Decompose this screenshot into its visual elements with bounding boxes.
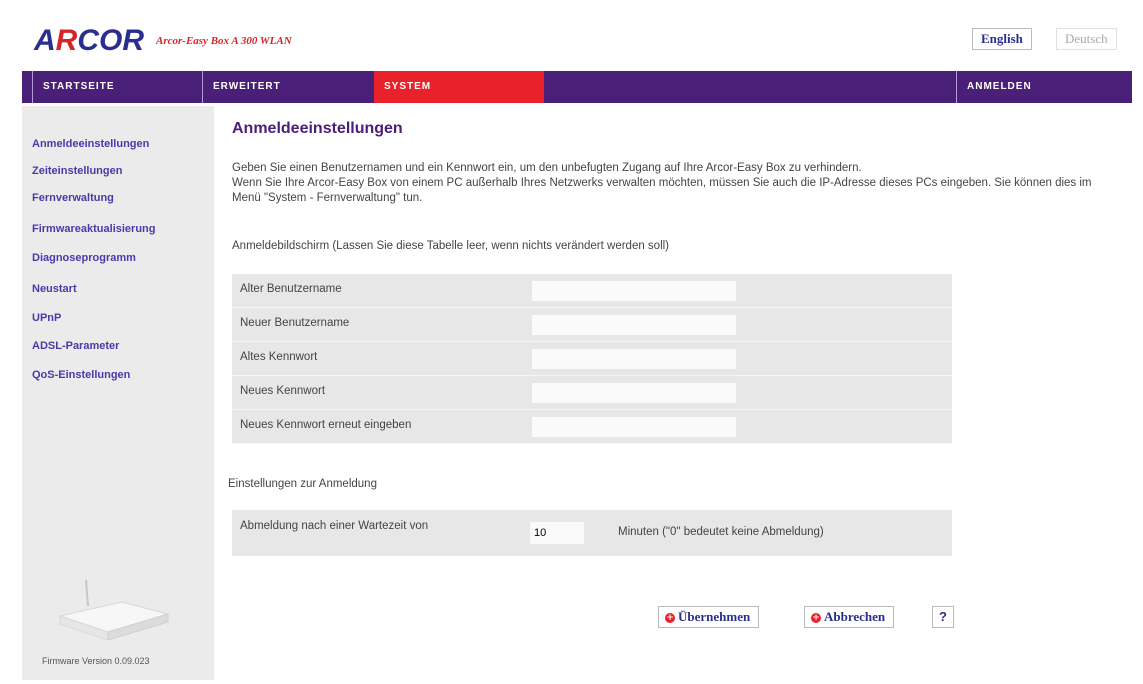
table-row: Alter Benutzername [232, 274, 952, 308]
login-screen-heading: Anmeldebildschirm (Lassen Sie diese Tabe… [232, 240, 670, 252]
logout-timeout-unit: Minuten ("0" bedeutet keine Abmeldung) [618, 526, 824, 538]
sidebar-item-anmeldeeinstellungen[interactable]: Anmeldeeinstellungen [32, 138, 149, 150]
table-row: Neues Kennwort [232, 376, 952, 410]
help-button[interactable]: ? [932, 606, 954, 628]
sidebar-item-neustart[interactable]: Neustart [32, 283, 77, 295]
old-username-input[interactable] [532, 281, 736, 301]
apply-button[interactable]: + Übernehmen [658, 606, 760, 628]
intro-line-1: Geben Sie einen Benutzernamen und ein Ke… [232, 162, 862, 174]
language-english-button[interactable]: English [972, 28, 1032, 50]
intro-text: Geben Sie einen Benutzernamen und ein Ke… [232, 161, 1102, 206]
cancel-button[interactable]: + Abbrechen [804, 606, 895, 628]
sidebar-item-upnp[interactable]: UPnP [32, 312, 61, 324]
old-password-input[interactable] [532, 349, 736, 369]
router-image [58, 579, 170, 641]
language-deutsch-button[interactable]: Deutsch [1056, 28, 1117, 50]
product-tagline: Arcor-Easy Box A 300 WLAN [156, 35, 292, 47]
plus-icon: + [665, 613, 675, 623]
main-content: Anmeldeeinstellungen Geben Sie einen Ben… [226, 106, 1132, 680]
sidebar: Anmeldeeinstellungen Zeiteinstellungen F… [22, 106, 214, 680]
table-row: Neuer Benutzername [232, 308, 952, 342]
new-username-input[interactable] [532, 315, 736, 335]
nav-system[interactable]: SYSTEM [374, 71, 544, 103]
credentials-table: Alter Benutzername Neuer Benutzername Al… [232, 274, 952, 444]
plus-icon: + [811, 613, 821, 623]
page: ARCOR Arcor-Easy Box A 300 WLAN English … [22, 8, 1132, 680]
page-title: Anmeldeeinstellungen [232, 120, 403, 137]
nav-startseite[interactable]: STARTSEITE [32, 71, 192, 103]
nav-anmelden[interactable]: ANMELDEN [956, 71, 1126, 103]
table-row: Neues Kennwort erneut eingeben [232, 410, 952, 444]
old-password-label: Altes Kennwort [240, 351, 318, 363]
sidebar-item-diagnoseprogramm[interactable]: Diagnoseprogramm [32, 252, 136, 264]
new-username-label: Neuer Benutzername [240, 317, 350, 329]
confirm-password-input[interactable] [532, 417, 736, 437]
logout-timeout-input[interactable] [530, 522, 584, 544]
intro-line-2: Wenn Sie Ihre Arcor-Easy Box von einem P… [232, 177, 1092, 204]
main-navigation: STARTSEITE ERWEITERT SYSTEM ANMELDEN [22, 71, 1132, 103]
sidebar-item-firmwareaktualisierung[interactable]: Firmwareaktualisierung [32, 223, 156, 235]
sidebar-item-zeiteinstellungen[interactable]: Zeiteinstellungen [32, 165, 122, 177]
sidebar-item-qos-einstellungen[interactable]: QoS-Einstellungen [32, 369, 130, 381]
confirm-password-label: Neues Kennwort erneut eingeben [240, 419, 412, 431]
table-row: Altes Kennwort [232, 342, 952, 376]
sidebar-item-adsl-parameter[interactable]: ADSL-Parameter [32, 340, 119, 352]
firmware-version: Firmware Version 0.09.023 [42, 656, 150, 666]
new-password-input[interactable] [532, 383, 736, 403]
old-username-label: Alter Benutzername [240, 283, 342, 295]
header: ARCOR Arcor-Easy Box A 300 WLAN English … [22, 8, 1132, 66]
logout-timeout-label: Abmeldung nach einer Wartezeit von [240, 520, 429, 532]
new-password-label: Neues Kennwort [240, 385, 326, 397]
sidebar-item-fernverwaltung[interactable]: Fernverwaltung [32, 192, 114, 204]
arcor-logo: ARCOR [34, 24, 145, 57]
login-settings-heading: Einstellungen zur Anmeldung [228, 478, 377, 490]
logout-table: Abmeldung nach einer Wartezeit von Minut… [232, 510, 952, 556]
nav-erweitert[interactable]: ERWEITERT [202, 71, 372, 103]
